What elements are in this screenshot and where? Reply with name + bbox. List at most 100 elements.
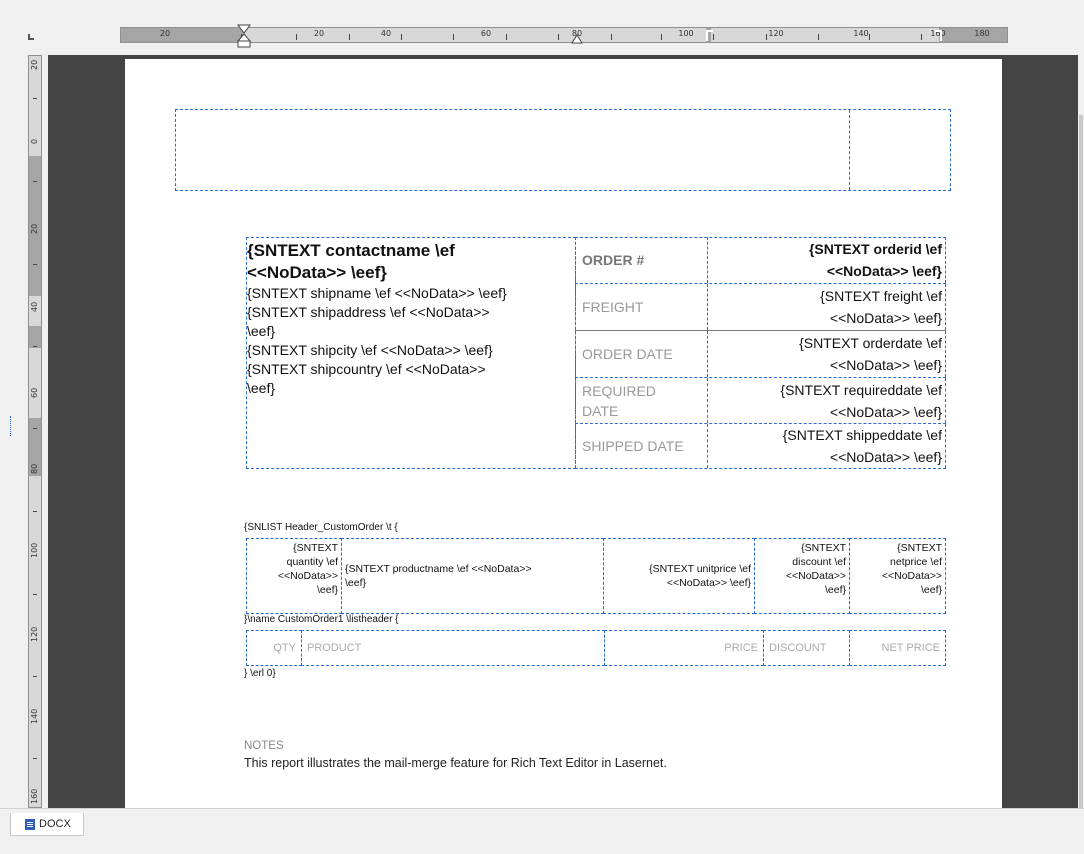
discount-field-line: {SNTEXT [801,542,846,554]
ruler-tick [869,34,870,40]
contactname-field: {SNTEXT contactname \ef [247,241,455,260]
orderid-field-line: {SNTEXT orderid \ef [808,241,942,257]
ruler-label: 140 [30,708,39,724]
shipcity-field: {SNTEXT shipcity \ef <<NoData>> \eef} [247,342,493,358]
shipcountry-field: {SNTEXT shipcountry \ef <<NoData>> [247,361,486,377]
quantity-field-line: \eef} [316,584,338,596]
document-canvas[interactable]: {SNTEXT contactname \ef <<NoData>> \eef}… [48,55,1078,808]
notes-text[interactable]: This report illustrates the mail-merge f… [244,756,667,770]
discount-field-line: <<NoData>> [785,570,846,582]
freight-row[interactable]: FREIGHT {SNTEXT freight \ef <<NoData>> \… [575,284,946,330]
orderid-field-line: <<NoData>> \eef} [826,263,942,279]
productname-field-line: \eef} [345,577,367,589]
unitprice-cell[interactable]: {SNTEXT unitprice \ef <<NoData>> \eef} [603,538,755,614]
requireddate-field-line: <<NoData>> \eef} [829,403,942,420]
ruler-text-area-2 [711,28,939,42]
ruler-tick [818,34,819,40]
discount-cell[interactable]: {SNTEXT discount \ef <<NoData>> \eef} [754,538,850,614]
requireddate-row[interactable]: REQUIRED DATE {SNTEXT requireddate \ef <… [575,378,946,424]
shipcountry-field-cont: \eef} [247,380,276,396]
ruler-label: 0 [30,138,39,144]
ruler-tick [33,676,37,677]
header-frame-divider [849,110,850,190]
netprice-field-line: netprice \ef [890,556,942,568]
shipaddress-field-cont: \eef} [247,323,276,339]
contactname-field-cont: <<NoData>> \eef} [247,263,387,282]
discount-field-line: \eef} [824,584,846,596]
ruler-tick [33,98,37,99]
orderdate-label: ORDER DATE [575,331,708,377]
ruler-label: 20 [30,59,39,70]
ruler-tick [33,428,37,429]
document-page[interactable]: {SNTEXT contactname \ef <<NoData>> \eef}… [125,59,1002,808]
unitprice-field-line: {SNTEXT unitprice \ef [649,563,751,575]
right-margin-marker-icon[interactable] [934,30,942,42]
freight-field-line: {SNTEXT freight \ef [820,288,942,304]
column-header-price[interactable]: PRICE [604,630,764,666]
productname-field-line: {SNTEXT productname \ef <<NoData>> [345,563,532,575]
ruler-label: 20 [313,29,325,38]
document-tab-bar: DOCX [0,808,1084,854]
column-marker-icon[interactable] [706,30,714,42]
tab-docx[interactable]: DOCX [10,813,84,836]
ship-address-cell[interactable]: {SNTEXT contactname \ef <<NoData>> \eef}… [246,237,576,469]
ruler-label: 100 [678,29,694,38]
shippeddate-field: {SNTEXT shippeddate \ef <<NoData>> \eef} [708,424,946,468]
indent-marker-icon[interactable] [237,24,251,48]
ruler-label: 180 [974,29,990,38]
snlist-start-field[interactable]: {SNLIST Header_CustomOrder \t { [244,522,398,533]
quantity-field-line: {SNTEXT [293,542,338,554]
freight-field-line: <<NoData>> \eef} [829,310,942,326]
shippeddate-field-line: {SNTEXT shippeddate \ef [782,427,942,443]
shippeddate-row[interactable]: SHIPPED DATE {SNTEXT shippeddate \ef <<N… [575,424,946,469]
shippeddate-field-line: <<NoData>> \eef} [829,449,942,465]
quantity-cell[interactable]: {SNTEXT quantity \ef <<NoData>> \eef} [246,538,342,614]
ruler-text-area [29,348,41,418]
ruler-label: 140 [853,29,869,38]
netprice-field-line: \eef} [920,584,942,596]
quantity-field-line: <<NoData>> [277,570,338,582]
tab-stop-icon[interactable] [28,34,34,40]
horizontal-ruler[interactable]: 20 20 40 60 80 100 120 140 160 180 [120,27,1008,43]
ruler-label: 120 [30,626,39,642]
ruler-tick [33,181,37,182]
list-name-field[interactable]: }\name CustomOrder1 \listheader { [244,614,399,625]
ruler-corner [26,30,36,40]
vertical-ruler[interactable]: 20 0 20 40 60 80 100 120 140 160 [28,55,42,808]
order-label: ORDER # [575,237,708,283]
requireddate-label-line: REQUIRED [582,382,656,399]
ruler-label: 60 [480,29,492,38]
scrollbar-thumb[interactable] [1079,115,1083,854]
ruler-tick [349,34,350,40]
netprice-field-line: <<NoData>> [881,570,942,582]
requireddate-field-line: {SNTEXT requireddate \ef [780,381,942,398]
column-header-netprice[interactable]: NET PRICE [849,630,946,666]
orderdate-field-line: <<NoData>> \eef} [829,357,942,373]
ruler-text-area [243,28,706,42]
tab-marker-icon[interactable] [571,34,583,44]
ruler-label: 40 [30,301,39,312]
header-frame[interactable] [175,109,951,191]
ruler-tick [558,34,559,40]
shipname-field: {SNTEXT shipname \ef <<NoData>> \eef} [247,285,507,301]
netprice-field-line: {SNTEXT [897,542,942,554]
discount-field-line: discount \ef [792,556,846,568]
ruler-label: 120 [768,29,784,38]
ruler-tick [506,34,507,40]
productname-cell[interactable]: {SNTEXT productname \ef <<NoData>> \eef} [341,538,604,614]
column-header-product[interactable]: PRODUCT [301,630,605,666]
vertical-scrollbar[interactable] [1078,55,1084,854]
ruler-tick [611,34,612,40]
order-info-table: ORDER # {SNTEXT orderid \ef <<NoData>> \… [575,237,946,469]
list-end-field[interactable]: } \erl 0} [244,668,276,679]
orderdate-row[interactable]: ORDER DATE {SNTEXT orderdate \ef <<NoDat… [575,331,946,378]
notes-label: NOTES [244,740,284,752]
column-header-discount[interactable]: DISCOUNT [763,630,850,666]
ruler-label: 20 [30,223,39,234]
order-row[interactable]: ORDER # {SNTEXT orderid \ef <<NoData>> \… [575,237,946,284]
ruler-tick [296,34,297,40]
ruler-label: 20 [159,29,171,38]
list-row-template: {SNTEXT quantity \ef <<NoData>> \eef} {S… [246,538,946,614]
netprice-cell[interactable]: {SNTEXT netprice \ef <<NoData>> \eef} [849,538,946,614]
column-header-qty[interactable]: QTY [246,630,302,666]
